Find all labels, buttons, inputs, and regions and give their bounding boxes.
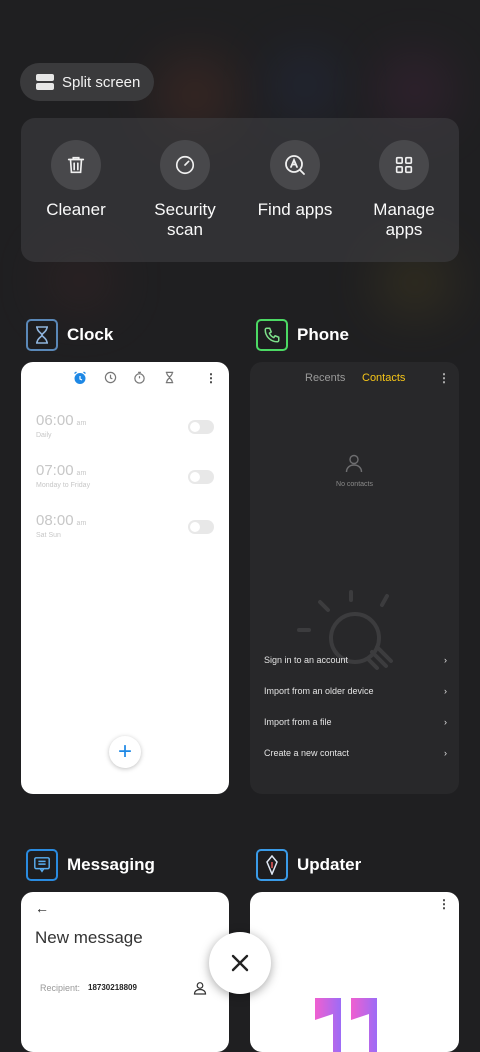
tab-recents[interactable]: Recents bbox=[305, 372, 345, 384]
recipient-value[interactable]: 18730218809 bbox=[88, 983, 137, 992]
alarm-item[interactable]: 06:00 am Daily bbox=[36, 412, 86, 439]
background-blur bbox=[385, 60, 445, 120]
world-clock-tab-icon[interactable] bbox=[104, 371, 117, 389]
alarm-tab-icon[interactable] bbox=[73, 371, 87, 390]
clock-app-header[interactable]: Clock bbox=[26, 319, 113, 351]
tab-contacts[interactable]: Contacts bbox=[362, 372, 405, 384]
no-contacts-text: No contacts bbox=[336, 481, 373, 488]
phone-more-icon[interactable]: ⋮ bbox=[438, 371, 450, 385]
trash-icon bbox=[51, 140, 101, 190]
split-screen-icon bbox=[36, 73, 54, 91]
updater-icon bbox=[256, 849, 288, 881]
chevron-right-icon: › bbox=[444, 655, 447, 665]
chevron-right-icon: › bbox=[444, 686, 447, 696]
alarm-time: 06:00 bbox=[36, 412, 74, 429]
option-label: Sign in to an account bbox=[264, 655, 349, 665]
contact-person-icon bbox=[344, 453, 364, 478]
background-blur bbox=[380, 255, 450, 310]
alarm-item[interactable]: 08:00 am Sat Sun bbox=[36, 512, 86, 539]
stopwatch-tab-icon[interactable] bbox=[133, 371, 146, 389]
alarm-time: 08:00 bbox=[36, 512, 74, 529]
add-alarm-button[interactable]: + bbox=[109, 736, 141, 768]
security-scan-label: Security scan bbox=[154, 200, 216, 239]
new-message-title: New message bbox=[35, 928, 143, 947]
back-arrow-icon[interactable]: ← bbox=[35, 900, 49, 916]
updater-app-name: Updater bbox=[297, 855, 362, 874]
clock-app-card[interactable]: ⋮ 06:00 am Daily 07:00 am Monday to Friday… bbox=[21, 362, 229, 794]
find-apps-label: Find apps bbox=[257, 200, 333, 219]
alarm-ampm: am bbox=[76, 520, 87, 527]
phone-app-name: Phone bbox=[297, 325, 349, 344]
import-file-option[interactable]: Import from a file › bbox=[264, 717, 447, 727]
alarm-ampm: am bbox=[76, 470, 87, 477]
alarm-toggle[interactable] bbox=[188, 520, 214, 534]
close-all-button[interactable] bbox=[209, 932, 271, 994]
split-screen-button[interactable]: Split screen bbox=[20, 63, 154, 101]
messaging-app-name: Messaging bbox=[67, 855, 155, 874]
alarm-toggle[interactable] bbox=[188, 470, 214, 484]
find-apps-icon bbox=[270, 140, 320, 190]
option-label: Import from an older device bbox=[264, 686, 374, 696]
updater-app-card[interactable]: ⋮ bbox=[250, 892, 459, 1052]
updater-more-icon[interactable]: ⋮ bbox=[438, 897, 450, 911]
lightbulb-icon bbox=[295, 590, 410, 685]
alarm-ampm: am bbox=[76, 420, 87, 427]
messaging-app-header[interactable]: Messaging bbox=[26, 849, 155, 881]
timer-tab-icon[interactable] bbox=[163, 371, 176, 389]
manage-apps-label: Manage apps bbox=[373, 200, 435, 239]
manage-apps-button[interactable]: Manage apps bbox=[349, 140, 459, 240]
hourglass-icon bbox=[26, 319, 58, 351]
add-contact-icon[interactable] bbox=[193, 981, 207, 1000]
phone-app-card[interactable]: Recents Contacts ⋮ No contacts Sign in t… bbox=[250, 362, 459, 794]
import-older-device-option[interactable]: Import from an older device › bbox=[264, 686, 447, 696]
option-label: Create a new contact bbox=[264, 748, 350, 758]
alarm-days: Sat Sun bbox=[36, 532, 61, 539]
messaging-app-card[interactable]: ← New message Recipient: 18730218809 bbox=[21, 892, 229, 1052]
chevron-right-icon: › bbox=[444, 717, 447, 727]
security-scan-button[interactable]: Security scan bbox=[130, 140, 240, 240]
phone-app-header[interactable]: Phone bbox=[256, 319, 349, 351]
cleaner-button[interactable]: Cleaner bbox=[21, 140, 131, 220]
clock-more-icon[interactable]: ⋮ bbox=[205, 371, 217, 385]
clock-app-name: Clock bbox=[67, 325, 114, 344]
close-icon bbox=[231, 954, 249, 972]
alarm-item[interactable]: 07:00 am Monday to Friday bbox=[36, 462, 90, 489]
recipient-label: Recipient: bbox=[40, 983, 81, 993]
alarm-time: 07:00 bbox=[36, 462, 74, 479]
alarm-toggle[interactable] bbox=[188, 420, 214, 434]
phone-icon bbox=[256, 319, 288, 351]
updater-app-header[interactable]: Updater bbox=[256, 849, 361, 881]
tools-panel: Cleaner Security scan Find apps Manage a… bbox=[21, 118, 459, 262]
find-apps-button[interactable]: Find apps bbox=[240, 140, 350, 220]
alarm-days: Monday to Friday bbox=[36, 482, 91, 489]
cleaner-label: Cleaner bbox=[46, 200, 106, 219]
background-blur bbox=[50, 255, 110, 305]
chevron-right-icon: › bbox=[444, 748, 447, 758]
create-contact-option[interactable]: Create a new contact › bbox=[264, 748, 447, 758]
security-scan-icon bbox=[160, 140, 210, 190]
sign-in-account-option[interactable]: Sign in to an account › bbox=[264, 655, 447, 665]
split-screen-label: Split screen bbox=[62, 73, 141, 91]
miui-logo-icon bbox=[315, 998, 395, 1052]
message-icon bbox=[26, 849, 58, 881]
option-label: Import from a file bbox=[264, 717, 332, 727]
background-blur bbox=[275, 55, 335, 115]
alarm-days: Daily bbox=[36, 432, 52, 439]
grid-icon bbox=[379, 140, 429, 190]
